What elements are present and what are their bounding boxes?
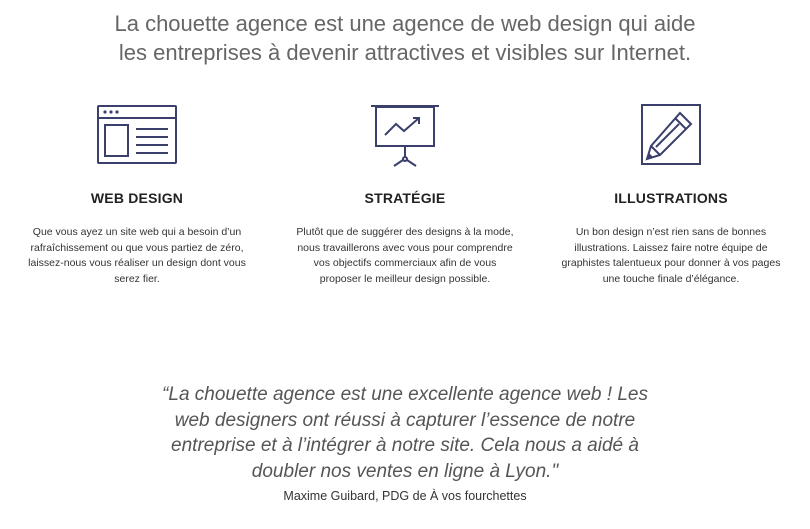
service-description-line: graphistes talentueux pour donner à vos … [561, 257, 781, 269]
service-description-line: proposer le meilleur design possible. [319, 272, 491, 285]
service-description: Un bon design n’est rien sans de bonnes … [546, 225, 796, 287]
service-title: WEB DESIGN [90, 190, 184, 206]
service-description-line: nous travaillerons avec vous pour compre… [297, 241, 513, 254]
service-description-line: Que vous ayez un site web qui a besoin d… [32, 226, 242, 238]
services-section: WEB DESIGN Que vous ayez un site web qui… [0, 102, 810, 302]
service-title: STRATÉGIE [364, 190, 446, 206]
service-description-line: laissez-nous vous réaliser un design don… [28, 257, 246, 269]
testimonial-quote: “La chouette agence est une excellente a… [0, 382, 810, 484]
service-description-line: serez fier. [114, 272, 160, 285]
quote-line: doubler nos ventes en ligne à Lyon." [251, 460, 559, 482]
pencil-icon [641, 104, 701, 165]
service-description-line: rafraîchissement ou que vous partiez de … [30, 241, 244, 254]
service-description-line: Un bon design n’est rien sans de bonnes [575, 226, 767, 238]
testimonial-author: Maxime Guibard, PDG de À vos fourchettes [283, 489, 527, 503]
intro-line-2: les entreprises à devenir attractives et… [118, 40, 692, 65]
service-description-line: une touche finale d’élégance. [602, 272, 740, 285]
service-strategie: STRATÉGIE Plutôt que de suggérer des des… [280, 102, 530, 287]
service-description: Que vous ayez un site web qui a besoin d… [12, 225, 262, 287]
intro-heading: La chouette agence est une agence de web… [0, 9, 810, 67]
service-title: ILLUSTRATIONS [614, 190, 728, 206]
service-description-line: vos objectifs commerciaux afin de vous [313, 257, 497, 269]
quote-line: web designers ont réussi à capturer l’es… [174, 409, 636, 431]
service-description-line: Plutôt que de suggérer des designs à la … [296, 226, 514, 238]
service-web-design: WEB DESIGN Que vous ayez un site web qui… [12, 102, 262, 287]
service-illustrations: ILLUSTRATIONS Un bon design n’est rien s… [546, 102, 796, 287]
service-description: Plutôt que de suggérer des designs à la … [280, 225, 530, 287]
service-description-line: illustrations. Laissez faire notre équip… [574, 241, 768, 254]
quote-line: entreprise et à l’intégrer à notre site.… [171, 435, 639, 456]
quote-line: “La chouette agence est une excellente a… [162, 384, 648, 405]
browser-window-icon [97, 105, 177, 164]
intro-line-1: La chouette agence est une agence de web… [114, 11, 696, 36]
presentation-chart-icon [371, 105, 439, 167]
